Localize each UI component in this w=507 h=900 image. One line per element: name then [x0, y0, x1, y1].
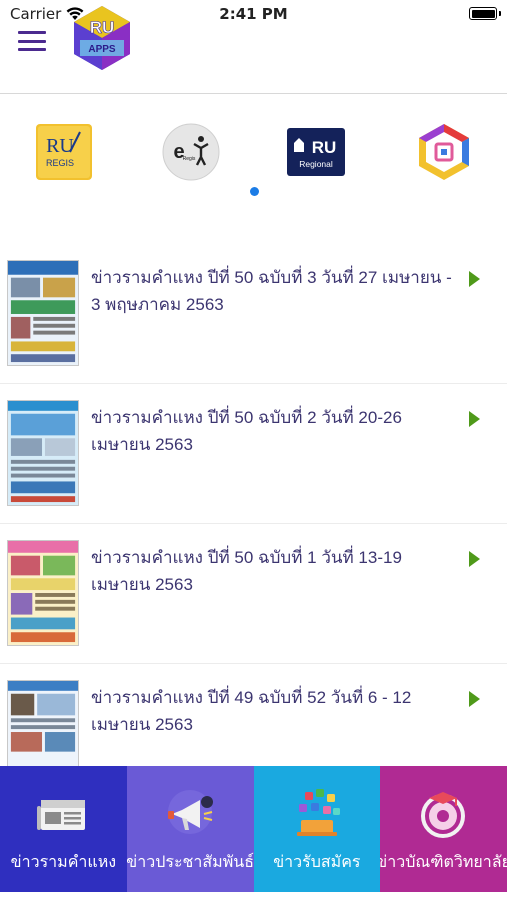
- news-title: ข่าวรามคำแหง ปีที่ 50 ฉบับที่ 1 วันที่ 1…: [91, 548, 402, 594]
- svg-text:RU: RU: [46, 135, 74, 157]
- tab-label: ข่าวบัณฑิตวิทยาลัย: [380, 854, 507, 871]
- news-title: ข่าวรามคำแหง ปีที่ 50 ฉบับที่ 2 วันที่ 2…: [91, 408, 402, 454]
- news-thumbnail: [7, 400, 79, 506]
- svg-text:APPS: APPS: [88, 44, 116, 55]
- chevron-right-icon: [469, 551, 480, 567]
- chevron-right-icon: [469, 691, 480, 707]
- tab-label: ข่าวรามคำแหง: [10, 854, 117, 871]
- tab-public-relations[interactable]: ข่าวประชาสัมพันธ์: [126, 766, 254, 892]
- tab-label: ข่าวรับสมัคร: [273, 854, 361, 871]
- news-thumbnail: [7, 260, 79, 366]
- apps-cloud-icon: [296, 789, 340, 836]
- hexagon-app-icon[interactable]: [414, 122, 474, 182]
- svg-text:RU: RU: [312, 138, 337, 157]
- news-item[interactable]: ข่าวรามคำแหง ปีที่ 50 ฉบับที่ 2 วันที่ 2…: [0, 384, 507, 524]
- ru-regional-icon[interactable]: RU Regional: [286, 122, 346, 182]
- chevron-right-icon: [469, 271, 480, 287]
- ru-regis-icon[interactable]: RU REGIS: [34, 122, 94, 182]
- svg-text:RU: RU: [90, 18, 115, 37]
- news-item[interactable]: ข่าวรามคำแหง ปีที่ 50 ฉบับที่ 1 วันที่ 1…: [0, 524, 507, 664]
- news-title: ข่าวรามคำแหง ปีที่ 50 ฉบับที่ 3 วันที่ 2…: [91, 268, 452, 314]
- hamburger-menu-icon[interactable]: [18, 31, 46, 51]
- news-title: ข่าวรามคำแหง ปีที่ 49 ฉบับที่ 52 วันที่ …: [91, 688, 412, 734]
- svg-text:REGIS: REGIS: [46, 158, 74, 168]
- graduate-icon: [421, 792, 466, 838]
- app-header: RU APPS: [0, 0, 507, 94]
- bottom-tab-bar: ข่าวรามคำแหง ข่าวประชาสัมพันธ์ ข่าวรับสม…: [0, 766, 507, 892]
- tab-admissions[interactable]: ข่าวรับสมัคร: [253, 766, 381, 892]
- carousel-page-indicator: [250, 187, 259, 196]
- svg-text:Regional: Regional: [299, 159, 333, 169]
- news-item[interactable]: ข่าวรามคำแหง ปีที่ 50 ฉบับที่ 3 วันที่ 2…: [0, 244, 507, 384]
- tab-ramkhamhaeng-news[interactable]: ข่าวรามคำแหง: [0, 766, 127, 892]
- home-indicator-area: [0, 892, 507, 900]
- ru-apps-logo: RU APPS: [74, 6, 130, 70]
- tab-label: ข่าวประชาสัมพันธ์: [126, 854, 254, 871]
- chevron-right-icon: [469, 411, 480, 427]
- newspaper-icon: [37, 800, 85, 830]
- e-regis-icon[interactable]: e Regis: [161, 122, 221, 182]
- tab-graduate-school[interactable]: ข่าวบัณฑิตวิทยาลัย: [380, 766, 507, 892]
- svg-text:Regis: Regis: [183, 156, 196, 162]
- megaphone-icon: [167, 790, 213, 834]
- news-thumbnail: [7, 540, 79, 646]
- quick-app-carousel[interactable]: RU REGIS e Regis RU Regional: [0, 94, 507, 214]
